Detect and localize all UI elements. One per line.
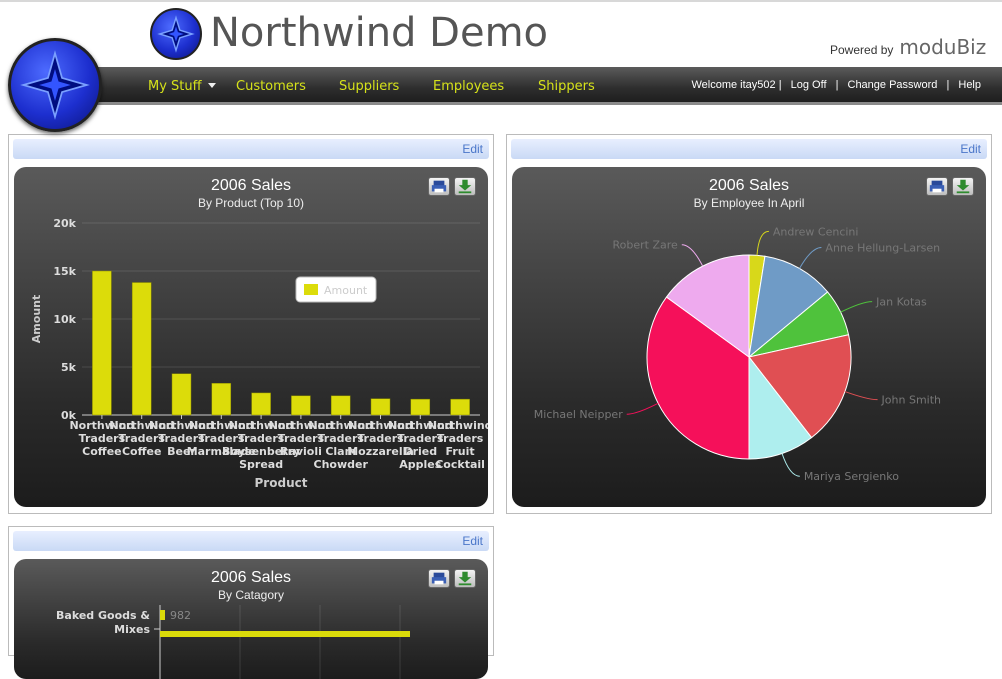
- x-tick-label-line: Traders: [437, 432, 484, 445]
- bar: [450, 398, 470, 416]
- legend-label: Amount: [324, 284, 368, 297]
- pie-label: John Smith: [881, 394, 941, 407]
- bar: [131, 282, 152, 416]
- nav-shippers[interactable]: Shippers: [538, 79, 595, 94]
- y-axis-label: Amount: [30, 295, 43, 343]
- star-icon: [157, 15, 195, 53]
- main-navbar: My Stuff Customers Suppliers Employees S…: [10, 67, 1002, 105]
- y-tick-label: 15k: [53, 265, 76, 278]
- nav-my-stuff[interactable]: My Stuff: [148, 79, 202, 94]
- panel-header: Edit: [13, 139, 489, 159]
- pie-connector: [844, 391, 878, 401]
- link-separator: |: [946, 79, 950, 91]
- edit-link[interactable]: Edit: [462, 534, 483, 548]
- x-tick-label-line: Fruit: [446, 445, 475, 458]
- pie-connector: [756, 230, 769, 256]
- edit-link[interactable]: Edit: [462, 142, 483, 156]
- pie-connector: [840, 301, 873, 313]
- change-password-link[interactable]: Change Password: [848, 79, 938, 91]
- x-tick-label-line: Coffee: [122, 445, 161, 458]
- panel-sales-by-employee: Edit 2006 Sales By Employee In April And…: [506, 134, 992, 514]
- y-tick-label: 20k: [53, 217, 76, 230]
- bar: [171, 373, 192, 416]
- edit-link[interactable]: Edit: [960, 142, 981, 156]
- title-logo-icon: [150, 8, 202, 60]
- x-axis-label: Product: [255, 476, 308, 490]
- x-tick-label-line: Northwind: [428, 419, 488, 432]
- pie-connector: [781, 453, 800, 477]
- nav-suppliers[interactable]: Suppliers: [339, 79, 399, 94]
- panel-sales-by-product: Edit 2006 Sales By Product (Top 10) 0k 5k…: [8, 134, 494, 514]
- top-border: [0, 0, 1002, 2]
- bar: [291, 395, 311, 416]
- pie-connector: [626, 402, 659, 415]
- panel-header: Edit: [13, 531, 489, 551]
- category-label-line: Mixes: [114, 623, 150, 636]
- bar: [330, 395, 351, 416]
- chevron-down-icon[interactable]: [208, 83, 216, 88]
- chart-category: 2006 Sales By Catagory Baked Goods & Mixe…: [14, 559, 488, 679]
- bar: [370, 398, 391, 416]
- app-title: Northwind Demo: [210, 10, 549, 56]
- panel-sales-by-category: Edit 2006 Sales By Catagory Baked Goods …: [8, 526, 494, 679]
- bar: [410, 398, 431, 416]
- bar: [160, 610, 165, 620]
- x-tick-label-line: Coffee: [82, 445, 121, 458]
- chart-employee: 2006 Sales By Employee In April Andrew C…: [512, 167, 986, 507]
- x-tick-label-line: Spread: [239, 458, 283, 471]
- link-separator: |: [835, 79, 839, 91]
- user-links: Welcome itay502 | Log Off | Change Passw…: [688, 79, 984, 91]
- nav-customers[interactable]: Customers: [236, 79, 306, 94]
- category-label: Baked Goods & Mixes: [56, 609, 150, 636]
- legend-swatch: [304, 284, 318, 295]
- x-tick-label-line: Chowder: [314, 458, 369, 471]
- x-tick-label-line: Cocktail: [435, 458, 485, 471]
- bar: [92, 270, 112, 416]
- pie-label: Andrew Cencini: [773, 225, 859, 238]
- x-tick-label-line: Ravioli: [280, 445, 322, 458]
- bar-chart-svg: 0k5k10k15k20kAmountProductNorthwind Trade…: [30, 217, 488, 490]
- nav-employees[interactable]: Employees: [433, 79, 504, 94]
- pie-label: Jan Kotas: [875, 296, 927, 309]
- bar-value-label: 982: [170, 609, 191, 622]
- welcome-text: Welcome itay502 |: [691, 79, 782, 91]
- brand-logo: moduBiz: [899, 35, 987, 59]
- log-off-link[interactable]: Log Off: [791, 79, 827, 91]
- logo-icon[interactable]: [8, 38, 102, 132]
- chart-product: 2006 Sales By Product (Top 10) 0k 5k 10k 15…: [14, 167, 488, 507]
- category-label-line: Baked Goods &: [56, 609, 150, 622]
- bar: [211, 383, 232, 416]
- panel-header: Edit: [511, 139, 987, 159]
- x-tick-label-line: Dried: [403, 445, 437, 458]
- help-link[interactable]: Help: [958, 79, 981, 91]
- category-chart-svg: Baked Goods & Mixes 982: [56, 605, 410, 679]
- star-icon: [20, 50, 90, 120]
- pie-connector: [799, 247, 822, 269]
- bar: [251, 392, 271, 416]
- y-tick-label: 5k: [61, 361, 77, 374]
- pie-label: Anne Hellung-Larsen: [825, 242, 940, 255]
- pie-label: Mariya Sergienko: [804, 470, 899, 483]
- powered-by: Powered by moduBiz: [830, 35, 986, 59]
- powered-by-label: Powered by: [830, 43, 894, 57]
- pie-label: Michael Neipper: [534, 408, 623, 421]
- bar: [160, 631, 410, 637]
- pie-chart-svg: Andrew Cencini Anne Hellung-Larsen Jan Kot…: [534, 225, 941, 483]
- pie-connector: [681, 244, 704, 267]
- pie-label: Robert Zare: [613, 239, 679, 252]
- y-tick-label: 10k: [53, 313, 76, 326]
